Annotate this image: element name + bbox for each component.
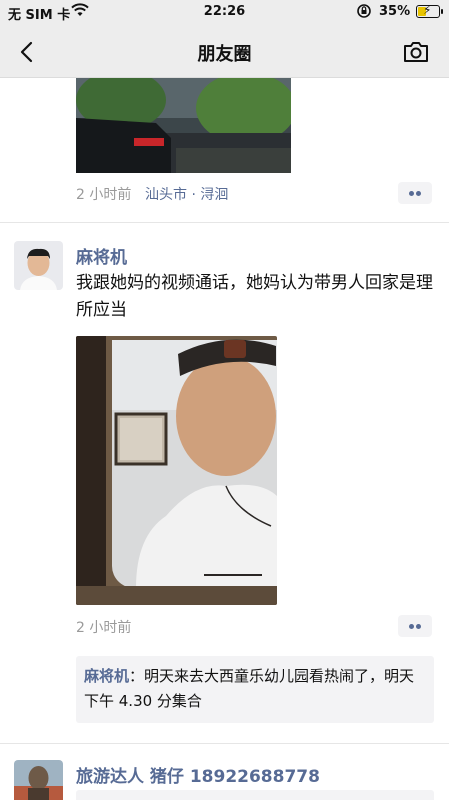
post-author-name[interactable]: 麻将机: [76, 243, 127, 268]
post-photo-night-street[interactable]: [76, 78, 291, 173]
more-actions-button[interactable]: [398, 615, 432, 637]
post-video-thumbnail[interactable]: [76, 336, 277, 605]
post-time: 2 小时前: [76, 620, 132, 636]
post-author-name[interactable]: 旅游达人 猪仔 18922688778: [76, 762, 320, 787]
avatar[interactable]: [14, 241, 63, 290]
battery-cap: [441, 9, 443, 14]
comment-box: [76, 790, 434, 800]
top-bar: 无 SIM 卡 22:26 35% ⚡ 朋友圈: [0, 0, 449, 78]
post-divider: [0, 743, 449, 744]
comment-box: 麻将机：明天来去大西童乐幼儿园看热闹了，明天下午 4.30 分集合: [76, 656, 434, 723]
comment-author-name[interactable]: 麻将机: [84, 667, 129, 685]
orientation-lock-icon: [356, 3, 372, 23]
post-text: 我跟她妈的视频通话，她妈认为带男人回家是理所应当: [76, 273, 433, 320]
more-actions-button[interactable]: [398, 182, 432, 204]
post-time: 2 小时前: [76, 187, 132, 203]
camera-icon[interactable]: [402, 40, 430, 64]
battery-percent: 35%: [379, 4, 411, 19]
comment-item: 麻将机：明天来去大西童乐幼儿园看热闹了，明天下午 4.30 分集合: [84, 664, 426, 714]
battery-icon: ⚡: [416, 3, 440, 18]
post-divider: [0, 222, 449, 223]
comment-separator: ：: [129, 667, 145, 685]
avatar[interactable]: [14, 760, 63, 800]
page-title: 朋友圈: [197, 44, 252, 65]
post-location-link[interactable]: 汕头市 · 浔洄: [145, 184, 228, 204]
status-bar: 无 SIM 卡 22:26 35% ⚡: [0, 0, 449, 26]
